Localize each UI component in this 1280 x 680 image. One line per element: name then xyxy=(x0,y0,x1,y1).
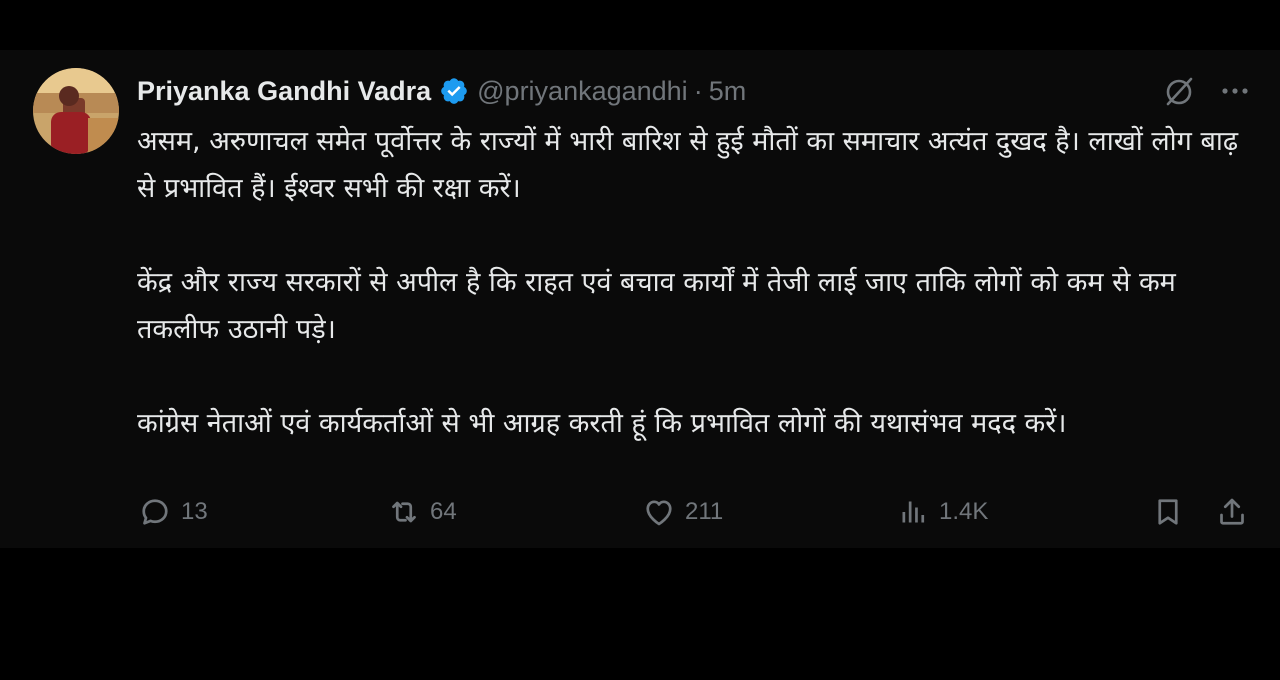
repost-button[interactable]: 64 xyxy=(386,490,457,534)
views-count: 1.4K xyxy=(939,498,989,525)
reply-count: 13 xyxy=(181,498,208,525)
tweet-paragraph-3: कांग्रेस नेताओं एवं कार्यकर्ताओं से भी आ… xyxy=(137,408,1067,439)
reply-button[interactable]: 13 xyxy=(137,490,208,534)
repost-count: 64 xyxy=(430,498,457,525)
verified-badge-icon xyxy=(441,78,467,104)
tweet-paragraph-1: असम, अरुणाचल समेत पूर्वोत्तर के राज्यों … xyxy=(137,126,1239,204)
share-icon xyxy=(1220,498,1244,525)
bookmark-icon xyxy=(1158,499,1178,525)
more-icon[interactable] xyxy=(1218,74,1252,108)
author-handle[interactable]: @priyankagandhi xyxy=(477,76,688,107)
tweet-header: Priyanka Gandhi Vadra @priyankagandhi · … xyxy=(137,72,746,110)
like-count: 211 xyxy=(685,498,724,525)
reply-icon xyxy=(142,499,168,525)
bookmark-button[interactable] xyxy=(1150,490,1186,534)
like-icon xyxy=(646,500,672,526)
views-icon xyxy=(902,501,925,523)
tweet-text: असम, अरुणाचल समेत पूर्वोत्तर के राज्यों … xyxy=(137,118,1262,447)
like-button[interactable]: 211 xyxy=(641,490,723,534)
grok-icon[interactable] xyxy=(1162,74,1196,108)
tweet-time[interactable]: 5m xyxy=(709,76,747,107)
share-button[interactable] xyxy=(1214,490,1250,534)
separator-dot: · xyxy=(693,75,703,106)
author-avatar[interactable] xyxy=(33,68,119,154)
views-button[interactable]: 1.4K xyxy=(895,490,988,534)
repost-icon xyxy=(392,501,416,523)
tweet-paragraph-2: केंद्र और राज्य सरकारों से अपील है कि रा… xyxy=(137,267,1176,345)
author-name[interactable]: Priyanka Gandhi Vadra xyxy=(137,76,431,107)
tweet-action-bar: 13 64 211 1.4K xyxy=(0,490,1280,534)
tweet-top-actions xyxy=(1162,74,1252,108)
